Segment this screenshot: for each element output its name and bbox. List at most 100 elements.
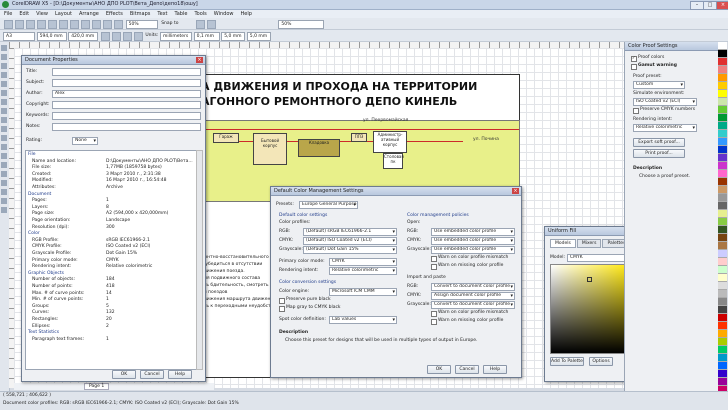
print-proof-button[interactable]: Print proof... [633, 149, 685, 158]
palette-swatch[interactable] [718, 234, 727, 242]
color-field[interactable] [550, 264, 634, 354]
minimize-icon[interactable]: – [690, 1, 704, 10]
palette-swatch[interactable] [718, 66, 727, 74]
palette-swatch[interactable] [718, 130, 727, 138]
close-icon[interactable]: × [512, 188, 519, 194]
palette-swatch[interactable] [718, 346, 727, 354]
palette-swatch[interactable] [718, 282, 727, 290]
menu-view[interactable]: View [36, 11, 48, 17]
snap-to-menu[interactable]: Snap to [159, 20, 193, 27]
save-icon[interactable] [26, 20, 35, 29]
duplicate-x-input[interactable]: 5,0 mm [221, 32, 246, 41]
palette-swatch[interactable] [718, 138, 727, 146]
copy-icon[interactable] [59, 20, 68, 29]
paste-icon[interactable] [70, 20, 79, 29]
palette-swatch[interactable] [718, 210, 727, 218]
menu-layout[interactable]: Layout [55, 11, 72, 17]
ok-button[interactable]: OK [112, 370, 136, 379]
import-cmyk-select[interactable]: Assign document color profile [431, 292, 515, 300]
units-select[interactable]: millimeters [160, 32, 192, 41]
help-button[interactable]: Help [168, 370, 192, 379]
palette-swatch[interactable] [718, 202, 727, 210]
warn-missing2-checkbox[interactable] [431, 319, 437, 325]
pick-tool-icon[interactable] [1, 45, 7, 51]
open-gray-select[interactable]: Use embedded color profile [431, 246, 515, 254]
properties-scrollbar[interactable] [196, 150, 203, 370]
polygon-tool-icon[interactable] [1, 117, 7, 123]
palette-swatch[interactable] [718, 106, 727, 114]
menu-help[interactable]: Help [240, 11, 251, 17]
export-soft-proof-button[interactable]: Export soft proof... [633, 138, 685, 147]
primary-mode-select[interactable]: CMYK [329, 258, 397, 266]
palette-swatch[interactable] [718, 362, 727, 370]
palette-swatch[interactable] [718, 90, 727, 98]
outline-tool-icon[interactable] [1, 189, 7, 195]
palette-swatch[interactable] [718, 194, 727, 202]
open-cmyk-select[interactable]: Use embedded color profile [431, 237, 515, 245]
palette-swatch[interactable] [718, 314, 727, 322]
palette-swatch[interactable] [718, 74, 727, 82]
open-icon[interactable] [15, 20, 24, 29]
new-icon[interactable] [4, 20, 13, 29]
shape-tool-icon[interactable] [1, 54, 7, 60]
menu-window[interactable]: Window [214, 11, 234, 17]
page-width-input[interactable]: 594,0 mm [36, 32, 67, 41]
properties-list[interactable]: File Name and location: D:\Документы\АНО Д… [25, 150, 197, 370]
crop-tool-icon[interactable] [1, 63, 7, 69]
color-picker-marker[interactable] [587, 277, 592, 282]
zoom-tool-icon[interactable] [1, 72, 7, 78]
welcome-icon[interactable] [206, 20, 216, 29]
simulate-environment-select[interactable]: ISO Coated v2 (ECI) [633, 98, 697, 106]
menu-file[interactable]: File [4, 11, 12, 17]
nudge-input[interactable]: 0,1 mm [193, 32, 220, 41]
zoom-level-select[interactable]: 50% [278, 20, 325, 29]
palette-swatch[interactable] [718, 266, 727, 274]
palette-swatch[interactable] [718, 338, 727, 346]
options-icon[interactable] [195, 20, 205, 29]
import-icon[interactable] [103, 20, 112, 29]
grayscale-profile-select[interactable]: (Default) Dot Gain 15% [303, 246, 397, 254]
rendering-intent-select[interactable]: Relative colorimetric [329, 267, 397, 275]
options-button[interactable]: Options [589, 357, 613, 366]
rgb-profile-select[interactable]: (Default) sRGB IEC61966-2.1 [303, 228, 397, 236]
menu-edit[interactable]: Edit [19, 11, 29, 17]
cancel-button[interactable]: Cancel [140, 370, 164, 379]
proof-colors-checkbox[interactable] [631, 55, 637, 62]
palette-swatch[interactable] [718, 50, 727, 58]
connector-tool-icon[interactable] [1, 162, 7, 168]
redo-icon[interactable] [92, 20, 101, 29]
open-rgb-select[interactable]: Use embedded color profile [431, 228, 515, 236]
palette-swatch[interactable] [718, 162, 727, 170]
proof-preset-select[interactable]: Custom [633, 81, 685, 89]
pure-black-checkbox[interactable] [279, 298, 285, 304]
freehand-tool-icon[interactable] [1, 81, 7, 87]
warn-mismatch2-checkbox[interactable] [431, 311, 437, 317]
palette-swatch[interactable] [718, 258, 727, 266]
palette-swatch[interactable] [718, 242, 727, 250]
palette-swatch[interactable] [718, 370, 727, 378]
palette-swatch[interactable] [718, 226, 727, 234]
palette-swatch[interactable] [718, 378, 727, 386]
palette-swatch[interactable] [718, 322, 727, 330]
menu-bitmaps[interactable]: Bitmaps [130, 11, 151, 17]
palette-swatch[interactable] [718, 218, 727, 226]
close-icon[interactable]: × [196, 57, 203, 63]
fill-tool-icon[interactable] [1, 198, 7, 204]
basic-shapes-icon[interactable] [1, 126, 7, 132]
portrait-icon[interactable] [100, 32, 110, 41]
palette-swatch[interactable] [718, 330, 727, 338]
field-input[interactable] [52, 101, 201, 109]
cut-icon[interactable] [48, 20, 57, 29]
landscape-icon[interactable] [111, 32, 121, 41]
palette-swatch[interactable] [718, 250, 727, 258]
tab-mixers[interactable]: Mixers [576, 239, 602, 248]
palette-swatch[interactable] [718, 354, 727, 362]
palette-swatch[interactable] [718, 146, 727, 154]
export-icon[interactable] [114, 20, 123, 29]
field-input[interactable]: Alex [52, 90, 201, 98]
text-tool-icon[interactable] [1, 135, 7, 141]
palette-swatch[interactable] [718, 114, 727, 122]
menu-table[interactable]: Table [175, 11, 188, 17]
menu-effects[interactable]: Effects [106, 11, 123, 17]
warn-missing-checkbox[interactable] [431, 264, 437, 270]
